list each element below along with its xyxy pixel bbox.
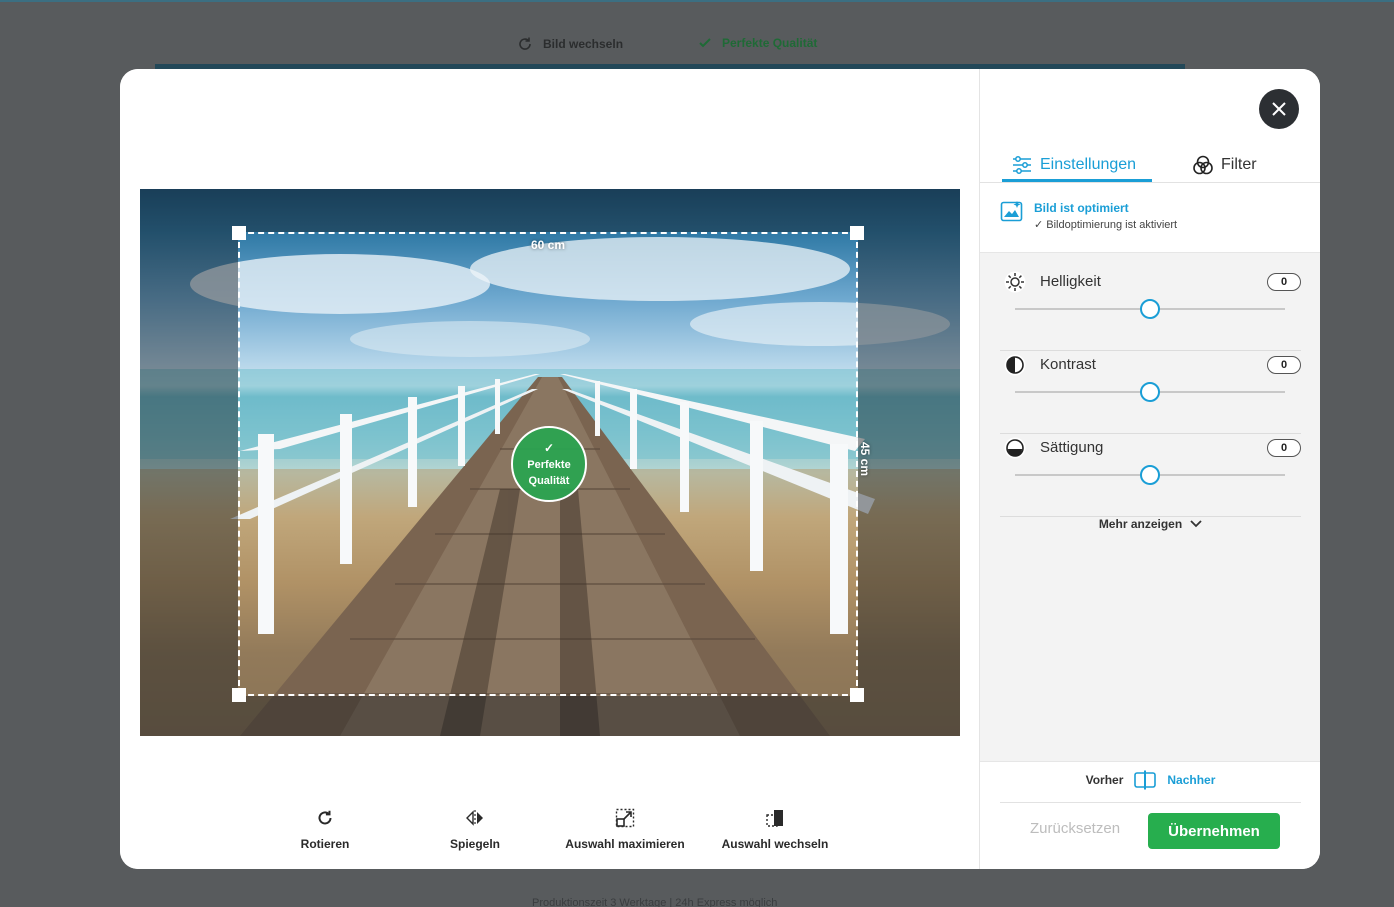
refresh-icon	[519, 37, 531, 50]
optimized-subtitle: ✓ Bildoptimierung ist aktiviert	[1034, 219, 1178, 231]
crop-mask-left	[140, 232, 238, 696]
switch-selection-icon	[766, 810, 783, 827]
optimized-title: Bild ist optimiert	[1034, 201, 1129, 215]
page-top-line	[0, 0, 1394, 2]
saturation-value[interactable]: 0	[1267, 439, 1301, 457]
saturation-control: Sättigung 0	[1000, 435, 1301, 517]
brightness-label: Helligkeit	[1040, 273, 1101, 290]
check-icon	[699, 38, 711, 48]
rotate-icon	[318, 810, 332, 825]
change-image-label: Bild wechseln	[543, 37, 624, 51]
background-toolbar: Bild wechseln Perfekte Qualität	[0, 36, 1394, 56]
check-icon: ✓	[543, 441, 555, 455]
brightness-icon	[1004, 271, 1026, 293]
active-tab-indicator	[1002, 179, 1152, 182]
crop-width-label: 60 cm	[530, 238, 566, 252]
tab-settings-label: Einstellungen	[1040, 156, 1137, 173]
contrast-control: Kontrast 0	[1000, 352, 1301, 434]
show-more-label: Mehr anzeigen	[1098, 517, 1183, 531]
rotate-button[interactable]: Rotieren	[250, 807, 400, 851]
crop-mask-bottom	[140, 696, 960, 736]
saturation-icon	[1004, 437, 1026, 459]
brightness-value[interactable]: 0	[1267, 273, 1301, 291]
close-icon	[1272, 102, 1286, 116]
editor-photo: 60 cm 45 cm ✓ Perfekte Qualität	[140, 189, 960, 736]
crop-handle-bottom-left[interactable]	[232, 688, 246, 702]
optimized-status: Bild ist optimiert ✓ Bildoptimierung ist…	[980, 183, 1320, 253]
quality-indicator: Perfekte Qualität	[698, 36, 817, 50]
switch-selection-label: Auswahl wechseln	[721, 837, 829, 851]
settings-panel: Einstellungen Filter Bild ist optimiert …	[979, 69, 1320, 869]
crop-mask-right	[858, 232, 960, 696]
image-editor-modal: 60 cm 45 cm ✓ Perfekte Qualität Rotieren	[120, 69, 1320, 869]
mirror-button[interactable]: Spiegeln	[400, 807, 550, 851]
editor-canvas-area: 60 cm 45 cm ✓ Perfekte Qualität Rotieren	[120, 69, 979, 869]
rotate-label: Rotieren	[300, 837, 350, 851]
quality-label: Perfekte Qualität	[722, 36, 818, 50]
before-label[interactable]: Vorher	[1086, 773, 1124, 787]
panel-tabs: Einstellungen Filter	[980, 147, 1320, 183]
editor-tools: Rotieren Spiegeln Auswahl maximieren Aus…	[250, 807, 828, 857]
crop-selection[interactable]: 60 cm 45 cm ✓ Perfekte Qualität	[232, 226, 872, 702]
optimized-image-icon	[1000, 201, 1023, 222]
close-button[interactable]	[1259, 89, 1299, 129]
saturation-slider-thumb[interactable]	[1140, 465, 1160, 485]
switch-selection-button[interactable]: Auswahl wechseln	[700, 807, 850, 851]
tab-settings[interactable]: Einstellungen	[1012, 147, 1136, 183]
saturation-label: Sättigung	[1040, 439, 1104, 456]
tab-filter[interactable]: Filter	[1193, 147, 1257, 183]
contrast-slider-thumb[interactable]	[1140, 382, 1160, 402]
change-image-button[interactable]: Bild wechseln	[517, 36, 623, 52]
crop-mask-top	[140, 189, 960, 232]
compare-icon	[1134, 770, 1157, 790]
mirror-label: Spiegeln	[449, 837, 500, 851]
quality-badge: ✓ Perfekte Qualität	[511, 426, 587, 502]
sliders-icon	[1013, 156, 1031, 174]
contrast-icon	[1004, 354, 1026, 376]
quality-badge-line2: Qualität	[528, 475, 570, 487]
crop-height-label: 45 cm	[857, 441, 872, 477]
footer-divider	[1000, 802, 1301, 803]
maximize-selection-icon	[615, 808, 635, 828]
contrast-label: Kontrast	[1040, 356, 1096, 373]
after-label[interactable]: Nachher	[1167, 773, 1215, 787]
maximize-selection-label: Auswahl maximieren	[565, 837, 685, 851]
show-more-button[interactable]: Mehr anzeigen	[980, 517, 1320, 531]
before-after-toggle[interactable]: Vorher Nachher	[980, 770, 1320, 790]
crop-handle-bottom-right[interactable]	[850, 688, 864, 702]
maximize-selection-button[interactable]: Auswahl maximieren	[550, 807, 700, 851]
background-footer-text: Produktionszeit 3 Werktage | 24h Express…	[532, 897, 778, 907]
contrast-value[interactable]: 0	[1267, 356, 1301, 374]
tab-filter-label: Filter	[1221, 156, 1257, 173]
filter-icon	[1193, 155, 1213, 175]
mirror-icon	[466, 810, 483, 826]
chevron-down-icon	[1190, 520, 1202, 528]
quality-badge-line1: Perfekte	[527, 459, 571, 471]
brightness-control: Helligkeit 0	[1000, 269, 1301, 351]
reset-button[interactable]: Zurücksetzen	[1030, 820, 1120, 837]
apply-button[interactable]: Übernehmen	[1148, 813, 1280, 849]
brightness-slider-thumb[interactable]	[1140, 299, 1160, 319]
panel-footer: Vorher Nachher Zurücksetzen Übernehmen	[980, 761, 1320, 869]
